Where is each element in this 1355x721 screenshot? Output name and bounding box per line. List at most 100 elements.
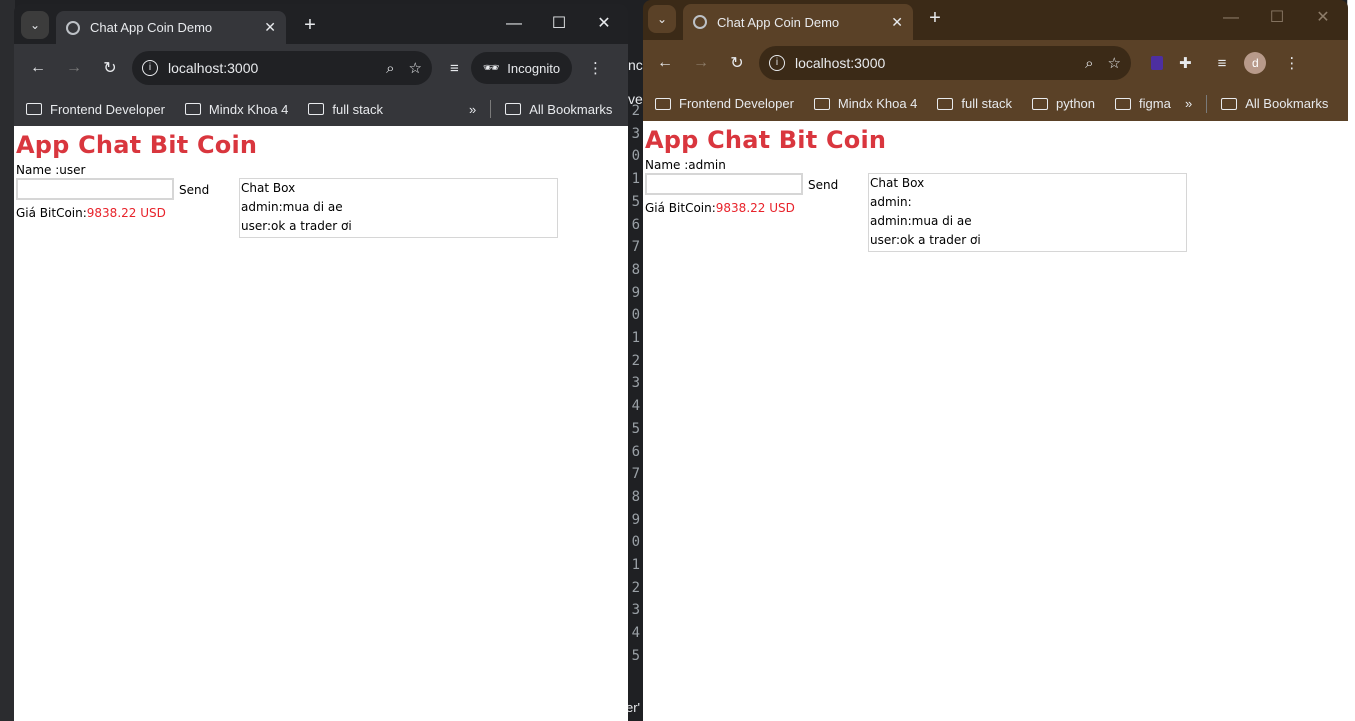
bookmarks-bar: Frontend Developer Mindx Khoa 4 full sta… [643,86,1348,121]
bookmark-frontend-developer[interactable]: Frontend Developer [26,102,165,117]
minimize-button[interactable]: — [494,12,534,36]
folder-icon [1031,97,1048,110]
bookmark-label: full stack [332,101,383,117]
tab-chat-app[interactable]: Chat App Coin Demo ✕ [683,4,913,40]
chat-message: admin:mua di ae [241,200,343,214]
incognito-indicator[interactable]: 🕶 Incognito [470,52,573,84]
media-queue-icon[interactable]: ≡ [1218,55,1227,72]
back-button[interactable]: ← [22,52,54,84]
bookmark-python[interactable]: python [1031,96,1095,111]
message-input[interactable] [645,173,803,195]
globe-icon [693,15,707,29]
info-icon[interactable]: i [142,60,158,76]
window-close-button[interactable]: ✕ [1303,6,1343,30]
tab-title: Chat App Coin Demo [717,14,840,30]
folder-icon [1115,97,1132,110]
bookmark-label: Frontend Developer [679,96,794,111]
send-button[interactable]: Send [179,183,209,197]
forward-button[interactable]: → [58,52,90,84]
separator [490,100,492,118]
info-icon[interactable]: i [769,55,785,71]
folder-icon [813,97,830,110]
all-bookmarks[interactable]: All Bookmarks [1245,96,1328,111]
back-button[interactable]: ← [649,47,681,79]
chevron-down-icon: ⌄ [29,18,41,32]
maximize-button[interactable]: ☐ [1257,6,1297,30]
bookmark-label: Frontend Developer [50,101,165,117]
window-close-button[interactable]: ✕ [584,12,624,36]
bookmark-mindx-khoa-4[interactable]: Mindx Khoa 4 [813,96,918,111]
browser-window-themed: ⌄ Chat App Coin Demo ✕ + — ☐ ✕ ← → ↻ i l… [643,0,1348,721]
folder-icon [655,97,671,110]
background-right-strip [1347,0,1355,721]
url-text: localhost:3000 [168,60,259,76]
toolbar: ← → ↻ i localhost:3000 ⌕ ☆ ≡ 🕶 Incognito… [14,44,628,92]
chat-message: admin: [870,195,912,209]
tab-title: Chat App Coin Demo [90,20,213,35]
maximize-button[interactable]: ☐ [539,12,579,36]
tab-search-button[interactable]: ⌄ [648,5,676,33]
bookmark-figma[interactable]: figma [1115,96,1171,111]
page-content: App Chat Bit Coin Name :user Send Giá Bi… [14,126,628,721]
zoom-icon[interactable]: ⌕ [386,60,394,77]
menu-icon[interactable]: ⋮ [588,59,603,77]
toolbar: ← → ↻ i localhost:3000 ⌕ ☆ ✚ ≡ d ⋮ [643,40,1348,86]
chat-box: Chat Box admin:mua di ae user:ok a trade… [239,178,558,238]
chevron-double-right-icon[interactable]: » [1185,96,1192,111]
price-label: Giá BitCoin: [16,206,87,220]
name-line: Name :user [16,163,86,177]
tab-chat-app[interactable]: Chat App Coin Demo ✕ [56,11,286,44]
new-tab-button[interactable]: + [298,13,322,37]
bookmarks-bar: Frontend Developer Mindx Khoa 4 full sta… [14,92,628,126]
chat-box-title: Chat Box [870,176,925,190]
close-icon[interactable]: ✕ [264,19,276,36]
bookmark-label: full stack [961,96,1012,111]
message-input[interactable] [16,178,174,200]
chat-message: user:ok a trader ơi [870,233,981,247]
bookmarks-overflow-area: » All Bookmarks [1185,94,1328,113]
tab-strip: ⌄ Chat App Coin Demo ✕ + — ☐ ✕ [643,0,1348,40]
bookmark-frontend-developer[interactable]: Frontend Developer [655,96,794,111]
price-label: Giá BitCoin: [645,201,716,215]
reload-button[interactable]: ↻ [94,52,126,84]
star-icon[interactable]: ☆ [409,59,422,77]
menu-icon[interactable]: ⋮ [1284,54,1299,72]
tab-strip: ⌄ Chat App Coin Demo ✕ + — ☐ ✕ [14,4,628,44]
folder-icon [184,103,201,115]
folder-icon [26,103,42,115]
separator [1206,94,1208,113]
star-icon[interactable]: ☆ [1108,54,1121,72]
minimize-button[interactable]: — [1211,6,1251,30]
address-bar[interactable]: i localhost:3000 ⌕ ☆ [759,46,1131,80]
chat-box-title: Chat Box [241,181,296,195]
close-icon[interactable]: ✕ [891,14,903,31]
price-value: 9838.22 USD [86,206,166,220]
address-bar[interactable]: i localhost:3000 ⌕ ☆ [132,51,432,85]
avatar[interactable]: d [1244,52,1267,74]
name-line: Name :admin [645,158,726,172]
extension-icon[interactable] [1151,56,1163,70]
folder-icon [505,103,522,115]
folder-icon [308,103,325,115]
forward-button[interactable]: → [685,47,717,79]
new-tab-button[interactable]: + [923,6,947,30]
send-button[interactable]: Send [808,178,838,192]
bookmark-mindx-khoa-4[interactable]: Mindx Khoa 4 [184,102,288,117]
bookmark-label: Mindx Khoa 4 [837,96,918,111]
bookmarks-overflow-area: » All Bookmarks [469,100,612,118]
bookmark-label: figma [1139,96,1171,111]
globe-icon [66,20,80,35]
media-queue-icon[interactable]: ≡ [450,60,459,77]
puzzle-icon[interactable]: ✚ [1179,54,1192,72]
page-content: App Chat Bit Coin Name :admin Send Giá B… [643,121,1348,721]
bookmark-full-stack[interactable]: full stack [308,102,383,117]
reload-button[interactable]: ↻ [721,47,753,79]
all-bookmarks[interactable]: All Bookmarks [529,102,612,117]
folder-icon [1221,97,1238,110]
zoom-icon[interactable]: ⌕ [1085,55,1093,72]
price-value: 9838.22 USD [715,201,795,215]
incognito-label: Incognito [507,60,561,76]
tab-search-button[interactable]: ⌄ [21,11,49,39]
chevron-double-right-icon[interactable]: » [469,102,476,117]
bookmark-full-stack[interactable]: full stack [937,96,1012,111]
